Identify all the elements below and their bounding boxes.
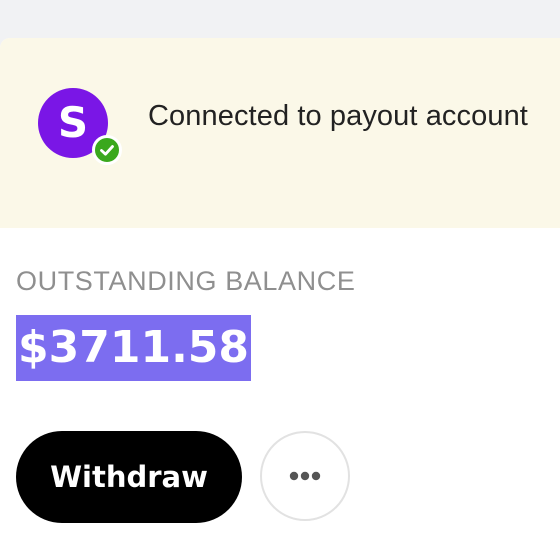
balance-label: OUTSTANDING BALANCE <box>16 266 356 296</box>
payout-connection-banner: S Connected to payout account <box>0 38 560 228</box>
more-horizontal-icon <box>289 471 321 481</box>
withdraw-button[interactable]: Withdraw <box>16 431 242 523</box>
connection-status-text: Connected to payout account <box>148 100 528 132</box>
check-icon <box>92 135 122 165</box>
balance-amount[interactable]: $3711.58 <box>16 315 252 381</box>
more-options-button[interactable] <box>260 431 350 521</box>
payout-card: S Connected to payout account OUTSTANDIN… <box>0 38 560 560</box>
top-strip <box>0 0 560 38</box>
